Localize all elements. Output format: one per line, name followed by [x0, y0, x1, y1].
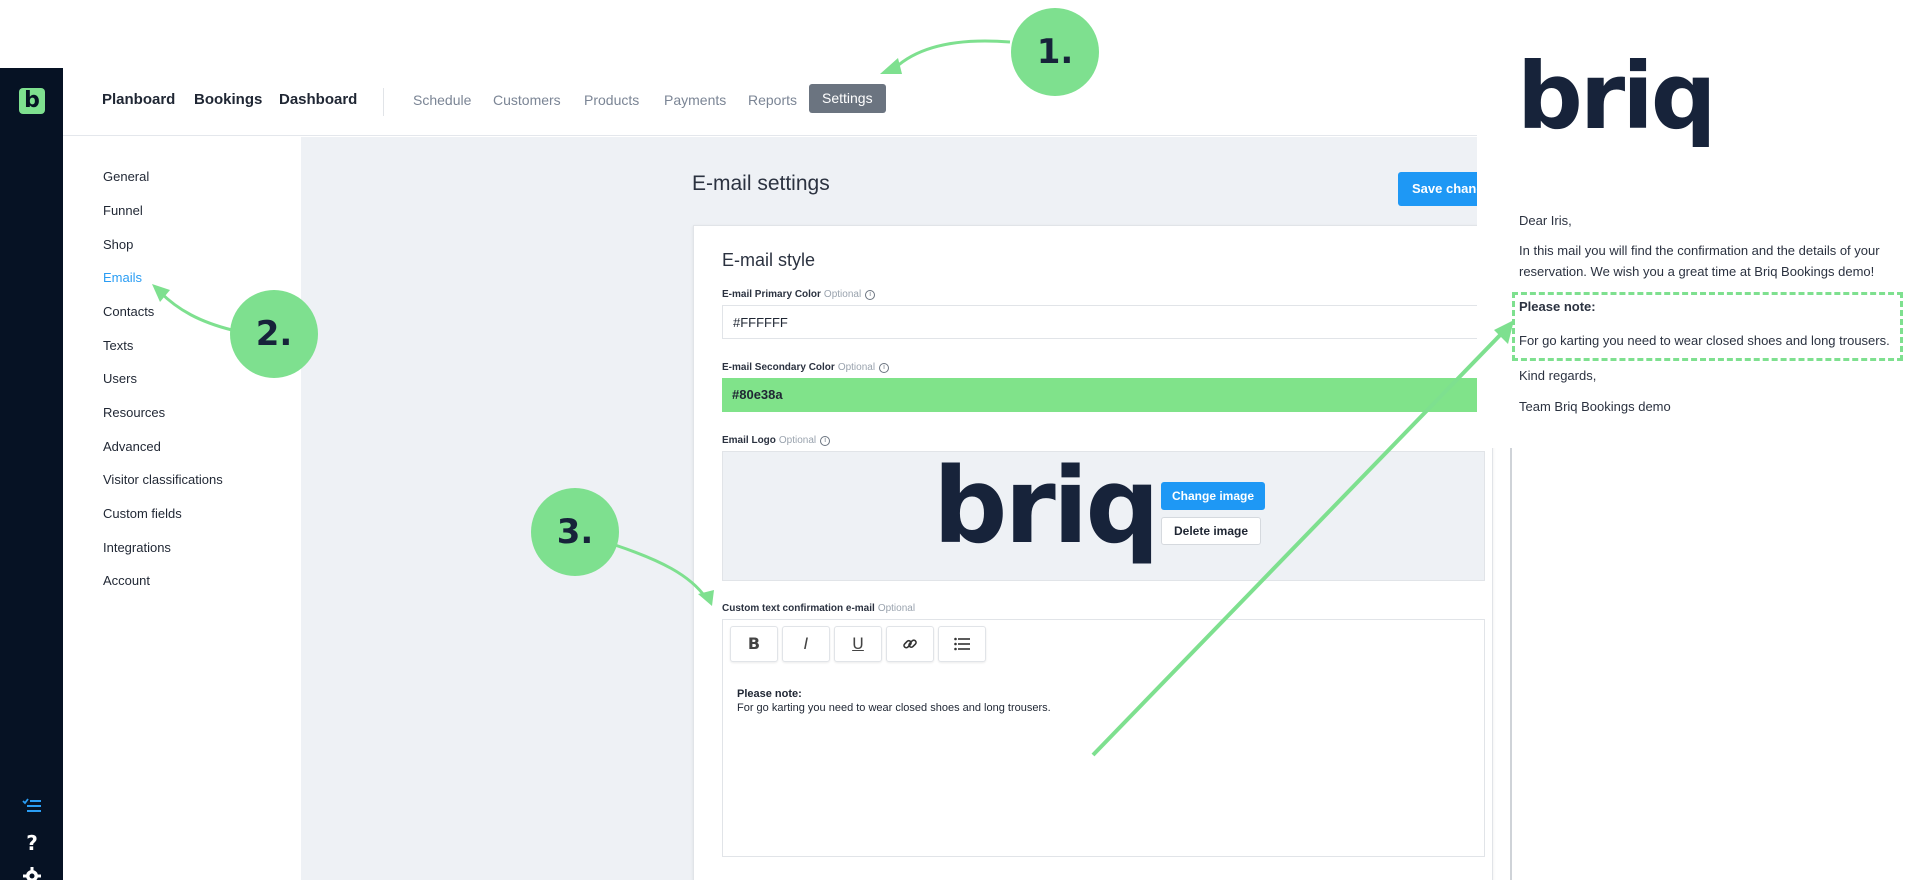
menu-item-visitor-classifications[interactable]: Visitor classifications [103, 472, 223, 487]
menu-item-account[interactable]: Account [103, 573, 150, 588]
preview-greeting: Dear Iris, [1519, 213, 1572, 228]
preview-briq-logo: briq [1517, 43, 1717, 150]
help-icon[interactable]: ? [21, 832, 43, 854]
email-preview: briq Dear Iris, In this mail you will fi… [1477, 0, 1908, 448]
menu-item-contacts[interactable]: Contacts [103, 304, 154, 319]
save-changes-button[interactable]: Save changes [1398, 172, 1488, 206]
menu-item-resources[interactable]: Resources [103, 405, 165, 420]
underline-button[interactable]: U [834, 626, 882, 662]
nav-dashboard[interactable]: Dashboard [279, 91, 357, 108]
annotation-step-2: 2. [230, 290, 318, 378]
arrow-1 [893, 39, 1011, 70]
italic-button[interactable]: I [782, 626, 830, 662]
menu-item-custom-fields[interactable]: Custom fields [103, 506, 182, 521]
preview-signature: Team Briq Bookings demo [1519, 399, 1671, 414]
change-image-button[interactable]: Change image [1161, 482, 1266, 510]
nav-reports[interactable]: Reports [748, 92, 797, 108]
menu-item-integrations[interactable]: Integrations [103, 540, 171, 555]
bold-button[interactable]: B [730, 626, 778, 662]
nav-payments[interactable]: Payments [664, 92, 726, 108]
custom-text-editor[interactable]: B I U Please note: For go karting you ne… [722, 619, 1485, 857]
custom-text-label: Custom text confirmation e-mail Optional [722, 603, 916, 614]
nav-settings[interactable]: Settings [809, 84, 886, 113]
page-title: E-mail settings [692, 172, 830, 195]
editor-note-text: For go karting you need to wear closed s… [737, 702, 1051, 714]
nav-products[interactable]: Products [584, 92, 639, 108]
delete-image-button[interactable]: Delete image [1161, 517, 1262, 545]
annotation-step-3: 3. [531, 488, 619, 576]
primary-color-label: E-mail Primary Color Optional i [722, 289, 876, 300]
preview-divider [1510, 448, 1512, 880]
menu-item-texts[interactable]: Texts [103, 338, 133, 353]
menu-item-users[interactable]: Users [103, 371, 137, 386]
primary-color-input[interactable]: #FFFFFF [722, 305, 1485, 339]
menu-item-advanced[interactable]: Advanced [103, 439, 161, 454]
menu-item-general[interactable]: General [103, 169, 149, 184]
editor-note-title: Please note: [737, 688, 802, 700]
settings-menu: General Funnel Shop Emails Contacts Text… [63, 137, 301, 880]
info-icon[interactable]: i [820, 436, 831, 446]
top-navigation: Planboard Bookings Dashboard Schedule Cu… [63, 68, 1478, 136]
info-icon[interactable]: i [879, 363, 890, 373]
note-highlight-box [1512, 292, 1903, 361]
preview-closing: Kind regards, [1519, 368, 1597, 383]
app-logo[interactable]: b [19, 88, 45, 114]
briq-logo: briq [933, 445, 1160, 567]
nav-planboard[interactable]: Planboard [102, 91, 175, 108]
list-icon [954, 637, 970, 651]
nav-schedule[interactable]: Schedule [413, 92, 471, 108]
app-rail: b ? [0, 68, 63, 880]
list-button[interactable] [938, 626, 986, 662]
info-icon[interactable]: i [865, 290, 876, 300]
nav-bookings[interactable]: Bookings [194, 91, 262, 108]
secondary-color-input[interactable]: #80e38a [722, 378, 1485, 412]
nav-customers[interactable]: Customers [493, 92, 561, 108]
link-button[interactable] [886, 626, 934, 662]
menu-item-funnel[interactable]: Funnel [103, 203, 143, 218]
email-logo-preview: briq Change image Delete image [722, 446, 1485, 581]
email-style-card: E-mail style E-mail Primary Color Optiona… [693, 225, 1493, 880]
menu-item-emails[interactable]: Emails [103, 270, 142, 285]
card-title: E-mail style [722, 250, 816, 270]
link-icon [903, 639, 917, 649]
secondary-color-label: E-mail Secondary Color Optional i [722, 362, 890, 373]
list-check-icon[interactable] [21, 795, 43, 817]
annotation-step-1: 1. [1011, 8, 1099, 96]
email-logo-label: Email Logo Optional i [722, 435, 831, 446]
preview-intro: In this mail you will find the confirmat… [1519, 243, 1880, 279]
nav-divider [383, 88, 384, 116]
menu-item-shop[interactable]: Shop [103, 237, 133, 252]
gear-icon[interactable] [21, 866, 43, 880]
screenshot-stage: b ? Planboard Bookings Dashboard Schedul… [0, 0, 1908, 880]
